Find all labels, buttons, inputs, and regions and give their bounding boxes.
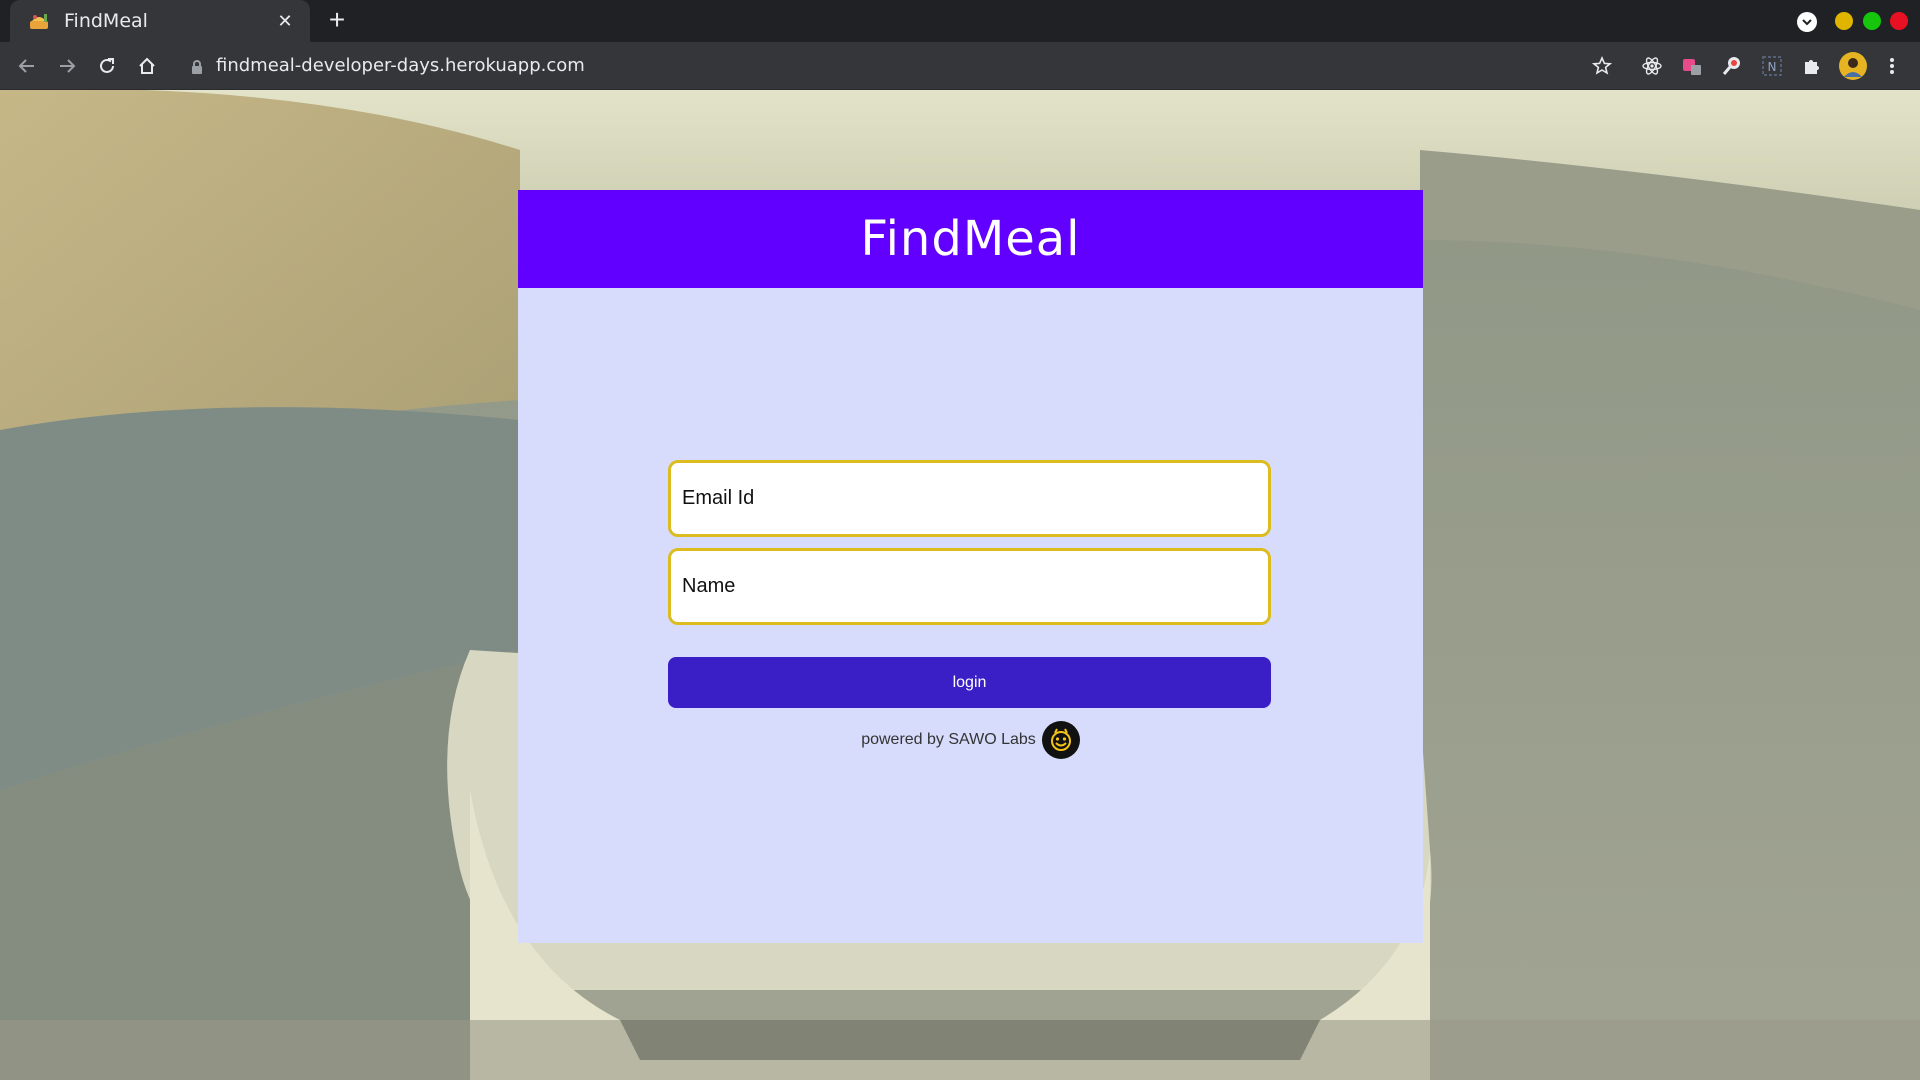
home-icon[interactable] [132, 51, 162, 81]
login-button[interactable]: login [668, 657, 1271, 708]
notion-extension-icon[interactable]: N [1757, 51, 1787, 81]
svg-text:N: N [1768, 60, 1777, 74]
email-input[interactable]: Email Id [668, 460, 1271, 537]
email-placeholder: Email Id [682, 487, 755, 509]
tab-close-icon[interactable]: ✕ [274, 11, 296, 32]
browser-toolbar: findmeal-developer-days.herokuapp.com N [0, 42, 1920, 90]
tab-search-icon[interactable] [1797, 12, 1817, 32]
new-tab-button[interactable]: + [322, 6, 352, 36]
profile-avatar[interactable] [1838, 51, 1868, 81]
app-title: FindMeal [860, 211, 1081, 267]
browser-menu-icon[interactable] [1877, 51, 1907, 81]
name-placeholder: Name [682, 575, 736, 597]
lock-icon[interactable] [190, 59, 204, 75]
magnifier-extension-icon[interactable] [1717, 51, 1747, 81]
reload-icon[interactable] [92, 51, 122, 81]
tab-title: FindMeal [64, 10, 148, 32]
powered-by-text: powered by SAWO Labs [861, 731, 1036, 748]
card-header: FindMeal [518, 190, 1423, 288]
browser-tab[interactable]: FindMeal ✕ [10, 0, 310, 42]
sawo-logo-icon[interactable] [1041, 721, 1080, 759]
close-window-button[interactable] [1890, 12, 1908, 30]
page-viewport: FindMeal Email Id Name login powered by … [0, 90, 1920, 1080]
powered-by: powered by SAWO Labs [518, 720, 1423, 760]
color-picker-extension-icon[interactable] [1677, 51, 1707, 81]
address-bar[interactable]: findmeal-developer-days.herokuapp.com [216, 55, 585, 76]
react-devtools-icon[interactable] [1637, 51, 1667, 81]
forward-icon[interactable] [52, 51, 82, 81]
extensions-puzzle-icon[interactable] [1797, 51, 1827, 81]
maximize-window-button[interactable] [1863, 12, 1881, 30]
bookmark-star-icon[interactable] [1587, 51, 1617, 81]
name-input[interactable]: Name [668, 548, 1271, 625]
food-favicon-icon [28, 11, 52, 31]
back-icon[interactable] [12, 51, 42, 81]
minimize-window-button[interactable] [1835, 12, 1853, 30]
login-button-label: login [952, 673, 987, 691]
login-card: FindMeal Email Id Name login powered by … [518, 190, 1423, 943]
browser-tab-bar: FindMeal ✕ + [0, 0, 1920, 42]
